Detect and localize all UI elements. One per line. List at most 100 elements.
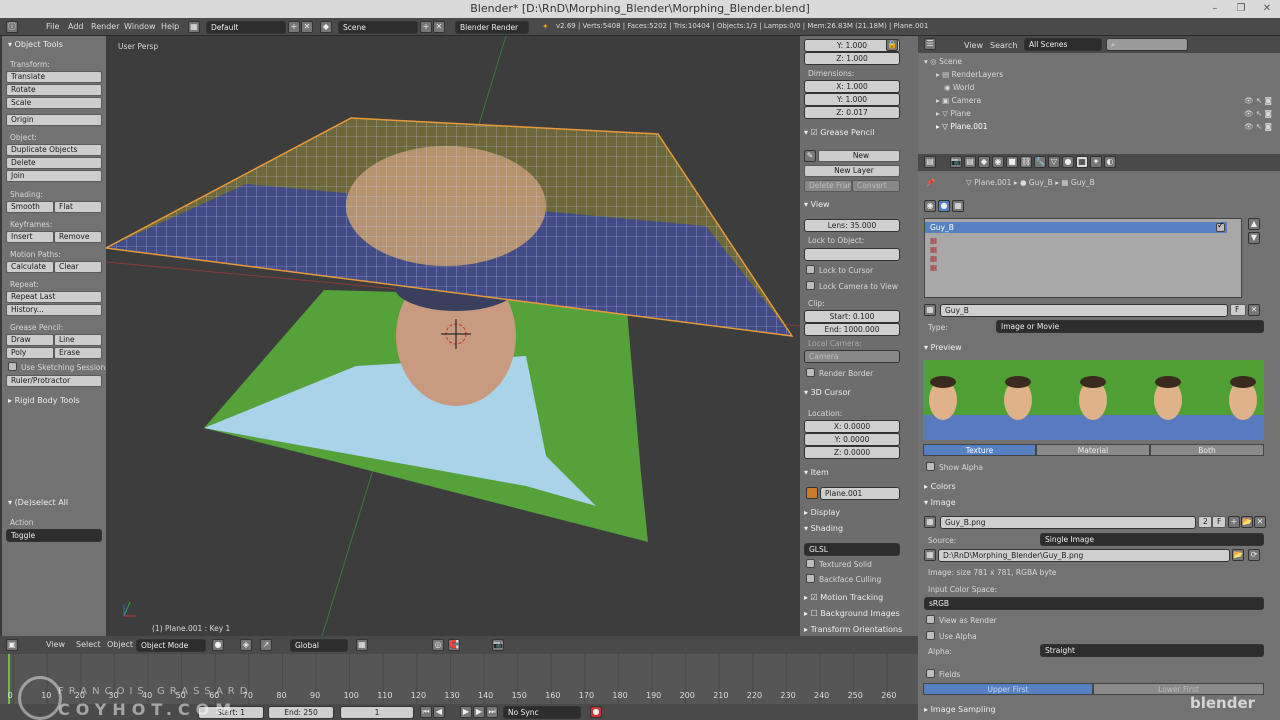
slot-up-icon[interactable]: ▲ <box>1248 218 1260 230</box>
lock-icon[interactable]: 🔒 <box>886 39 898 51</box>
object-tools-header[interactable]: ▾ Object Tools <box>8 40 63 49</box>
outliner-search-menu[interactable]: Search <box>990 41 1017 50</box>
render-tab-icon[interactable]: 📷 <box>950 156 962 168</box>
join-button[interactable]: Join <box>6 170 102 182</box>
plane001-visibility-icons[interactable]: 👁 ↖ ◙ <box>1244 122 1272 131</box>
render-border-checkbox[interactable] <box>806 368 815 377</box>
properties-editor-icon[interactable]: ▤ <box>924 156 936 168</box>
clip-end-field[interactable]: End: 1000.000 <box>804 323 900 336</box>
remove-layout-icon[interactable]: ✕ <box>301 21 313 33</box>
world-texture-icon[interactable]: ◉ <box>924 200 936 212</box>
lock-object-field[interactable] <box>804 248 900 261</box>
scale-button[interactable]: Scale <box>6 97 102 109</box>
outliner-view-menu[interactable]: View <box>964 41 983 50</box>
rotate-button[interactable]: Rotate <box>6 84 102 96</box>
add-scene-icon[interactable]: + <box>420 21 432 33</box>
data-tab-icon[interactable]: ▽ <box>1048 156 1060 168</box>
poly-button[interactable]: Poly <box>6 347 54 359</box>
particles-tab-icon[interactable]: ✦ <box>1090 156 1102 168</box>
object-tab-icon[interactable]: ■ <box>1006 156 1018 168</box>
sync-mode-select[interactable]: No Sync <box>503 706 581 719</box>
scene-tab-icon[interactable]: ◆ <box>978 156 990 168</box>
calculate-button[interactable]: Calculate <box>6 261 54 273</box>
record-icon[interactable]: ● <box>590 706 602 718</box>
image-fake-user-button[interactable]: F <box>1212 516 1226 528</box>
texture-browse-icon[interactable]: ▦ <box>924 304 936 316</box>
3d-viewport[interactable]: User Persp (1) Plane.001 : Key 1 <box>106 36 800 636</box>
shading-panel-header[interactable]: ▾ Shading <box>804 524 843 533</box>
local-camera-field[interactable]: Camera <box>804 350 900 363</box>
alpha-mode-select[interactable]: Straight <box>1040 644 1264 657</box>
proportional-icon[interactable]: ◎ <box>432 639 444 651</box>
outliner-search-input[interactable]: ⌕ <box>1106 38 1188 51</box>
origin-button[interactable]: Origin <box>6 114 102 126</box>
shading-mode-select[interactable]: GLSL <box>804 543 900 556</box>
outliner-editor-icon[interactable]: ☰ <box>924 38 936 50</box>
outliner-row-plane[interactable]: ▸ ▽ Plane <box>936 109 971 118</box>
dim-z-field[interactable]: Z: 0.017 <box>804 106 900 119</box>
constraints-tab-icon[interactable]: ⛓ <box>1020 156 1032 168</box>
image-sampling-header[interactable]: ▸ Image Sampling <box>924 705 996 714</box>
outliner-filter-select[interactable]: All Scenes <box>1024 38 1102 51</box>
info-editor-icon[interactable]: ⓘ <box>6 21 18 33</box>
current-frame-field[interactable]: 1 <box>340 706 414 719</box>
smooth-button[interactable]: Smooth <box>6 201 54 213</box>
play-icon[interactable]: ▶ <box>460 706 472 718</box>
insert-key-button[interactable]: Insert <box>6 231 54 243</box>
menu-file[interactable]: File <box>46 22 59 31</box>
scene-icon[interactable]: ◆ <box>320 21 332 33</box>
physics-tab-icon[interactable]: ◐ <box>1104 156 1116 168</box>
image-path-field[interactable]: D:\RnD\Morphing_Blender\Guy_B.png <box>938 549 1230 562</box>
select-menu[interactable]: Select <box>76 640 101 649</box>
fields-checkbox[interactable] <box>926 669 935 678</box>
remove-key-button[interactable]: Remove <box>54 231 102 243</box>
repeat-last-button[interactable]: Repeat Last <box>6 291 102 303</box>
world-tab-icon[interactable]: ◉ <box>992 156 1004 168</box>
colorspace-select[interactable]: sRGB <box>924 597 1264 610</box>
item-panel-header[interactable]: ▾ Item <box>804 468 829 477</box>
minimize-button[interactable]: – <box>1202 0 1228 18</box>
menu-window[interactable]: Window <box>124 22 156 31</box>
viewport-shading-icon[interactable]: ● <box>212 639 224 651</box>
render-preview-icon[interactable]: 📷 <box>492 639 504 651</box>
line-button[interactable]: Line <box>54 334 102 346</box>
orientation-select[interactable]: Global <box>290 639 348 652</box>
next-key-icon[interactable]: ▶ <box>473 706 485 718</box>
manipulator-icon[interactable]: ↗ <box>260 639 272 651</box>
layer-icon[interactable]: ▦ <box>356 639 368 651</box>
textured-solid-checkbox[interactable] <box>806 559 815 568</box>
image-unlink-icon[interactable]: ✕ <box>1254 516 1266 528</box>
menu-add[interactable]: Add <box>68 22 84 31</box>
scene-select[interactable]: Scene <box>338 21 418 34</box>
transform-orientations-header[interactable]: ▸ Transform Orientations <box>804 625 902 634</box>
use-alpha-checkbox[interactable] <box>926 631 935 640</box>
lens-field[interactable]: Lens: 35.000 <box>804 219 900 232</box>
duplicate-button[interactable]: Duplicate Objects <box>6 144 102 156</box>
scale-z-field[interactable]: Z: 1.000 <box>804 52 900 65</box>
clip-start-field[interactable]: Start: 0.100 <box>804 310 900 323</box>
material-tab-icon[interactable]: ● <box>1062 156 1074 168</box>
dim-x-field[interactable]: X: 1.000 <box>804 80 900 93</box>
cursor-y-field[interactable]: Y: 0.0000 <box>804 433 900 446</box>
material-texture-icon[interactable]: ● <box>938 200 950 212</box>
texture-slot-checkbox[interactable] <box>1216 221 1225 232</box>
layout-select[interactable]: Default <box>206 21 286 34</box>
sketching-checkbox[interactable] <box>8 362 17 371</box>
plane-visibility-icons[interactable]: 👁 ↖ ◙ <box>1244 109 1272 118</box>
outliner-row-scene[interactable]: ▾ ◎ Scene <box>924 57 962 66</box>
new-layer-button[interactable]: New Layer <box>804 165 900 177</box>
add-layout-icon[interactable]: + <box>288 21 300 33</box>
pivot-icon[interactable]: ◈ <box>240 639 252 651</box>
preview-tab-texture[interactable]: Texture <box>923 444 1036 456</box>
texture-slot-selected[interactable] <box>925 222 1227 233</box>
action-select[interactable]: Toggle <box>6 529 102 542</box>
translate-button[interactable]: Translate <box>6 71 102 83</box>
upper-first-toggle[interactable]: Upper First <box>923 683 1093 695</box>
jump-start-icon[interactable]: ⏮ <box>420 706 432 718</box>
backface-checkbox[interactable] <box>806 574 815 583</box>
outliner-row-camera[interactable]: ▸ ▣ Camera <box>936 96 981 105</box>
remove-scene-icon[interactable]: ✕ <box>433 21 445 33</box>
clear-button[interactable]: Clear <box>54 261 102 273</box>
lock-camera-checkbox[interactable] <box>806 281 815 290</box>
delete-frame-button[interactable]: Delete Frame <box>804 180 852 192</box>
